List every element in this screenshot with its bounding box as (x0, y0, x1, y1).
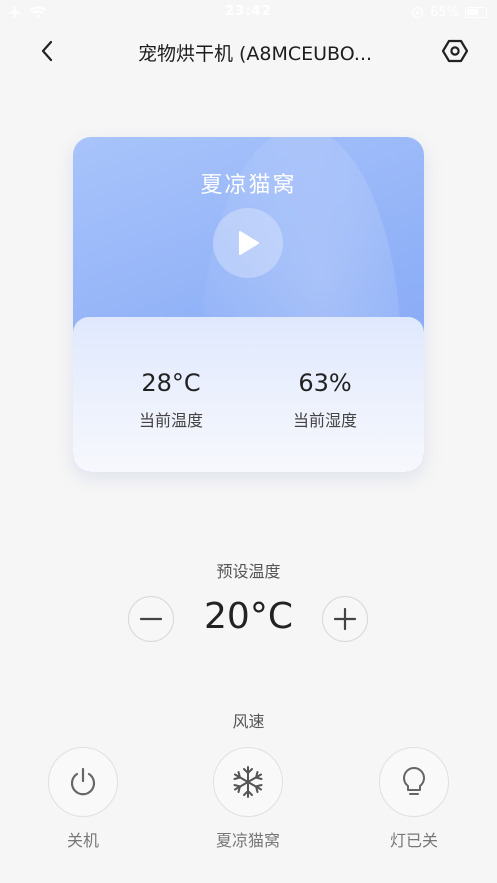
current-temperature-value: 28°C (141, 369, 201, 397)
play-icon (239, 231, 259, 255)
device-status-card: 夏凉猫窝 28°C 当前温度 63% 当前湿度 (73, 137, 424, 472)
mode-control[interactable]: 夏凉猫窝 (188, 747, 308, 851)
power-button[interactable] (48, 747, 118, 817)
preset-temperature-value: 20°C (204, 596, 293, 637)
card-readings-panel: 28°C 当前温度 63% 当前湿度 (73, 317, 424, 472)
mode-button[interactable] (213, 747, 283, 817)
orientation-lock-icon (412, 7, 424, 18)
nav-bar: 宠物烘干机 (A8MCEUBO... (0, 28, 497, 74)
settings-hex-icon (442, 39, 468, 63)
back-button[interactable] (30, 34, 64, 68)
bulb-icon (403, 767, 425, 795)
increase-temperature-button[interactable] (322, 596, 368, 642)
page-title: 宠物烘干机 (A8MCEUBO... (137, 43, 373, 65)
mode-label: 夏凉猫窝 (215, 831, 280, 850)
light-button[interactable] (379, 747, 449, 817)
settings-button[interactable] (439, 35, 471, 67)
light-control[interactable]: 灯已关 (354, 747, 474, 851)
decrease-temperature-button[interactable] (128, 596, 174, 642)
current-temperature: 28°C 当前温度 (101, 369, 241, 431)
play-button[interactable] (213, 208, 283, 278)
power-label: 关机 (66, 831, 99, 850)
battery-percent: 65% (430, 5, 459, 20)
battery-icon (465, 7, 487, 18)
minus-icon (139, 617, 163, 621)
current-humidity: 63% 当前湿度 (255, 369, 395, 431)
current-humidity-label: 当前湿度 (292, 411, 357, 430)
plus-icon (333, 607, 357, 631)
light-label: 灯已关 (389, 831, 438, 850)
current-humidity-value: 63% (298, 369, 352, 397)
wind-speed-label: 风速 (232, 712, 265, 731)
current-temperature-label: 当前温度 (138, 411, 203, 430)
snowflake-icon (233, 766, 263, 798)
power-icon (70, 767, 96, 796)
current-mode-name: 夏凉猫窝 (200, 173, 297, 198)
status-bar: 23:42 65% (0, 0, 497, 26)
preset-temperature-label: 预设温度 (216, 562, 281, 581)
chevron-left-icon (41, 40, 53, 62)
power-control[interactable]: 关机 (23, 747, 143, 851)
status-right: 65% (411, 5, 487, 20)
